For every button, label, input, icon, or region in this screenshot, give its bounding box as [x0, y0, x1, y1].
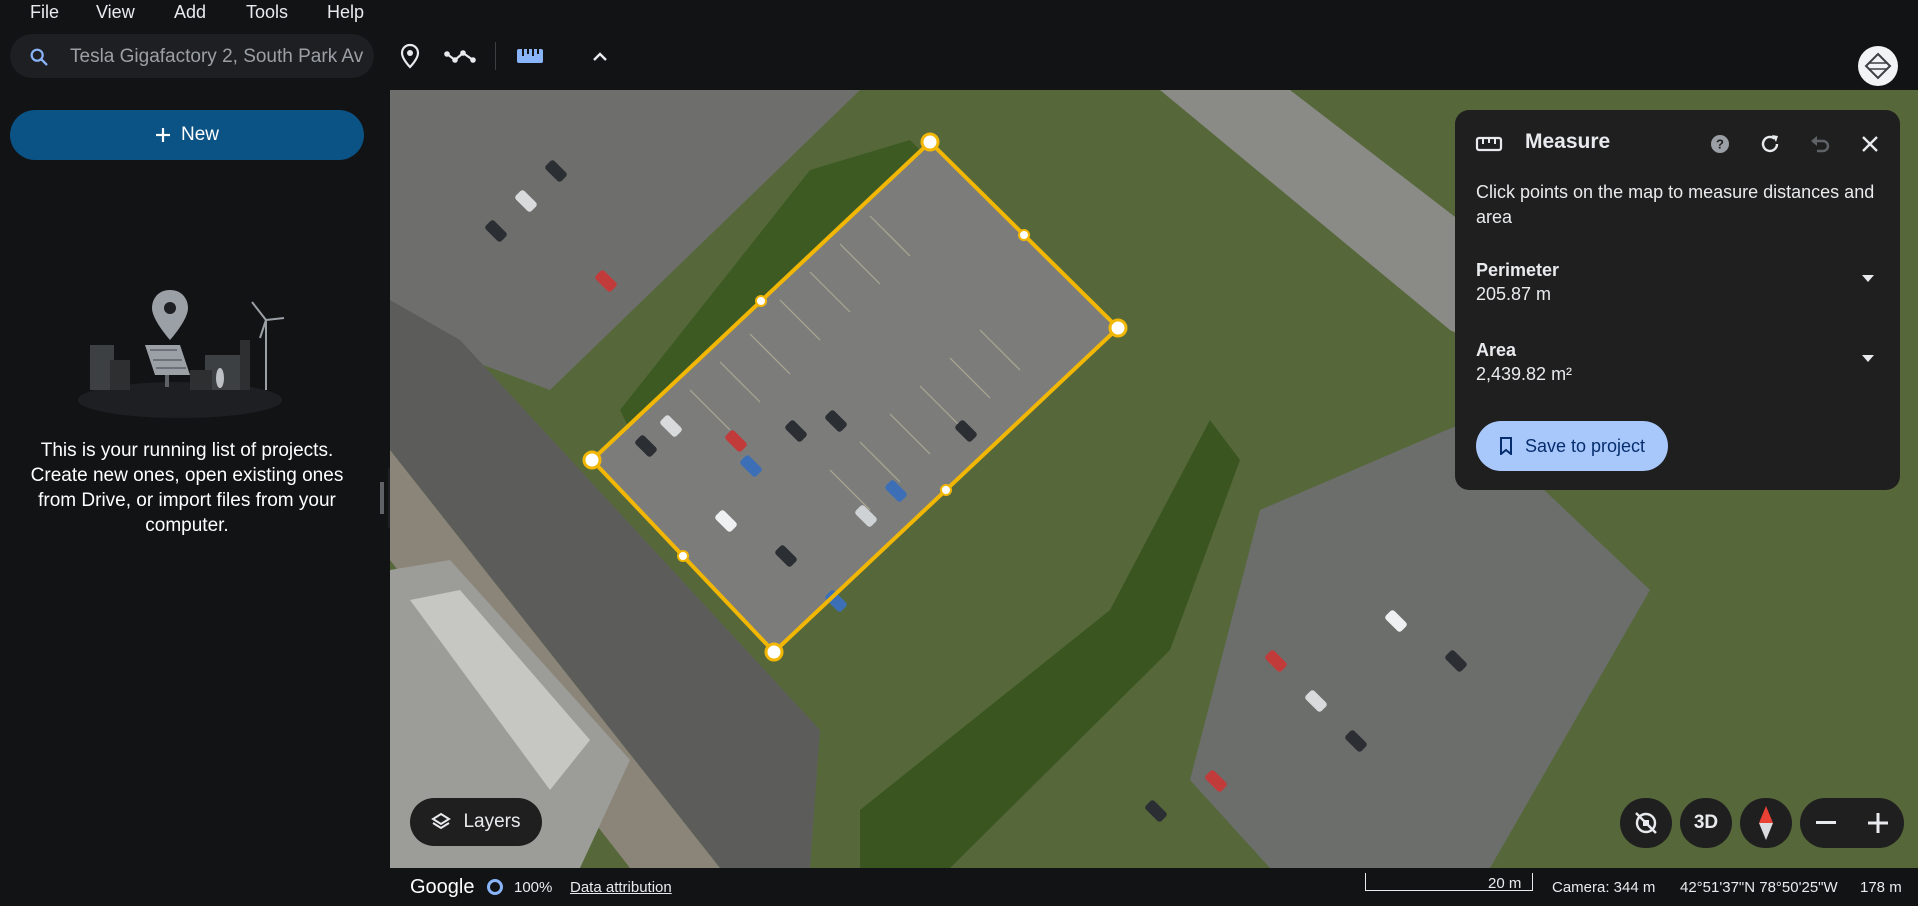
camera-altitude: Camera: 344 m: [1552, 879, 1656, 896]
placemark-pin-icon: [400, 43, 420, 69]
search-icon[interactable]: [28, 46, 50, 73]
search-input[interactable]: [68, 42, 372, 72]
add-path-button[interactable]: [440, 36, 480, 76]
zoom-controls: [1800, 798, 1904, 848]
help-icon[interactable]: ?: [1706, 130, 1734, 158]
data-attribution-link[interactable]: Data attribution: [570, 879, 672, 896]
empty-projects-message: This is your running list of projects. C…: [30, 440, 344, 536]
loading-ring-icon: [486, 878, 504, 900]
status-bar: Google 100% Data attribution 20 m Camera…: [390, 868, 1918, 906]
menu-add[interactable]: Add: [174, 2, 206, 23]
load-percent: 100%: [514, 879, 553, 896]
empty-projects-illustration: [78, 290, 285, 418]
bookmark-icon: [1499, 437, 1512, 455]
chevron-up-icon: [593, 52, 607, 61]
auto-rotate-off-icon: [1635, 812, 1657, 834]
close-icon[interactable]: [1856, 130, 1884, 158]
area-value: 2,439.82 m²: [1476, 364, 1573, 384]
area-row[interactable]: Area 2,439.82 m²: [1476, 338, 1876, 386]
ruler-icon: [517, 49, 543, 63]
cursor-coordinates: 42°51'37"N 78°50'25"W: [1680, 879, 1838, 896]
menu-file[interactable]: File: [30, 2, 59, 23]
perimeter-label: Perimeter: [1476, 260, 1560, 280]
save-to-project-button[interactable]: Save to project: [1476, 421, 1668, 471]
account-avatar-button[interactable]: [1858, 46, 1898, 86]
menu-bar: File View Add Tools Help: [0, 0, 1918, 26]
toolbar-divider: [495, 42, 496, 70]
measure-title: Measure: [1525, 130, 1611, 153]
menu-help[interactable]: Help: [327, 2, 364, 23]
refresh-icon[interactable]: [1756, 130, 1784, 158]
area-label: Area: [1476, 340, 1517, 360]
perimeter-expand-icon[interactable]: [1861, 270, 1875, 288]
layers-icon: [431, 812, 452, 830]
save-to-project-label: Save to project: [1524, 435, 1646, 456]
path-route-icon: [444, 50, 476, 63]
compass-button[interactable]: [1740, 798, 1792, 848]
sidebar-resize-grip[interactable]: [380, 482, 384, 514]
earth-logo-icon: [1864, 52, 1892, 80]
zoom-in-button[interactable]: [1852, 798, 1904, 848]
zoom-out-icon: [1816, 821, 1836, 824]
google-logo: Google: [410, 876, 475, 898]
search-box: [10, 34, 374, 78]
layers-button[interactable]: Layers: [410, 798, 542, 846]
svg-text:?: ?: [1716, 137, 1724, 152]
undo-icon[interactable]: [1806, 130, 1834, 158]
plus-icon: [155, 128, 170, 142]
new-project-label: New: [180, 124, 219, 145]
cursor-elevation: 178 m: [1860, 879, 1902, 896]
projects-sidebar: New This is your running list of project…: [0, 90, 390, 906]
auto-rotate-button[interactable]: [1620, 798, 1672, 848]
layers-label: Layers: [463, 811, 521, 832]
perimeter-row[interactable]: Perimeter 205.87 m: [1476, 258, 1876, 306]
toolbar: [0, 26, 1918, 90]
collapse-toolbar-button[interactable]: [580, 36, 620, 76]
measure-panel-header: Measure ?: [1455, 128, 1900, 160]
toggle-3d-label: 3D: [1693, 812, 1719, 833]
scale-label: 20 m: [1488, 875, 1522, 892]
toggle-3d-button[interactable]: 3D: [1680, 798, 1732, 848]
measure-description: Click points on the map to measure dista…: [1476, 182, 1875, 227]
area-expand-icon[interactable]: [1861, 350, 1875, 368]
measure-panel: Measure ? Click points on the map to mea…: [1455, 110, 1900, 490]
zoom-in-icon: [1868, 813, 1888, 833]
zoom-out-button[interactable]: [1800, 798, 1852, 848]
measure-tool-button[interactable]: [510, 36, 550, 76]
new-project-button[interactable]: New: [10, 110, 364, 160]
perimeter-value: 205.87 m: [1476, 284, 1552, 304]
menu-tools[interactable]: Tools: [246, 2, 288, 23]
ruler-icon: [1475, 130, 1503, 158]
add-placemark-button[interactable]: [390, 36, 430, 76]
menu-view[interactable]: View: [96, 2, 135, 23]
compass-icon: [1759, 806, 1773, 840]
